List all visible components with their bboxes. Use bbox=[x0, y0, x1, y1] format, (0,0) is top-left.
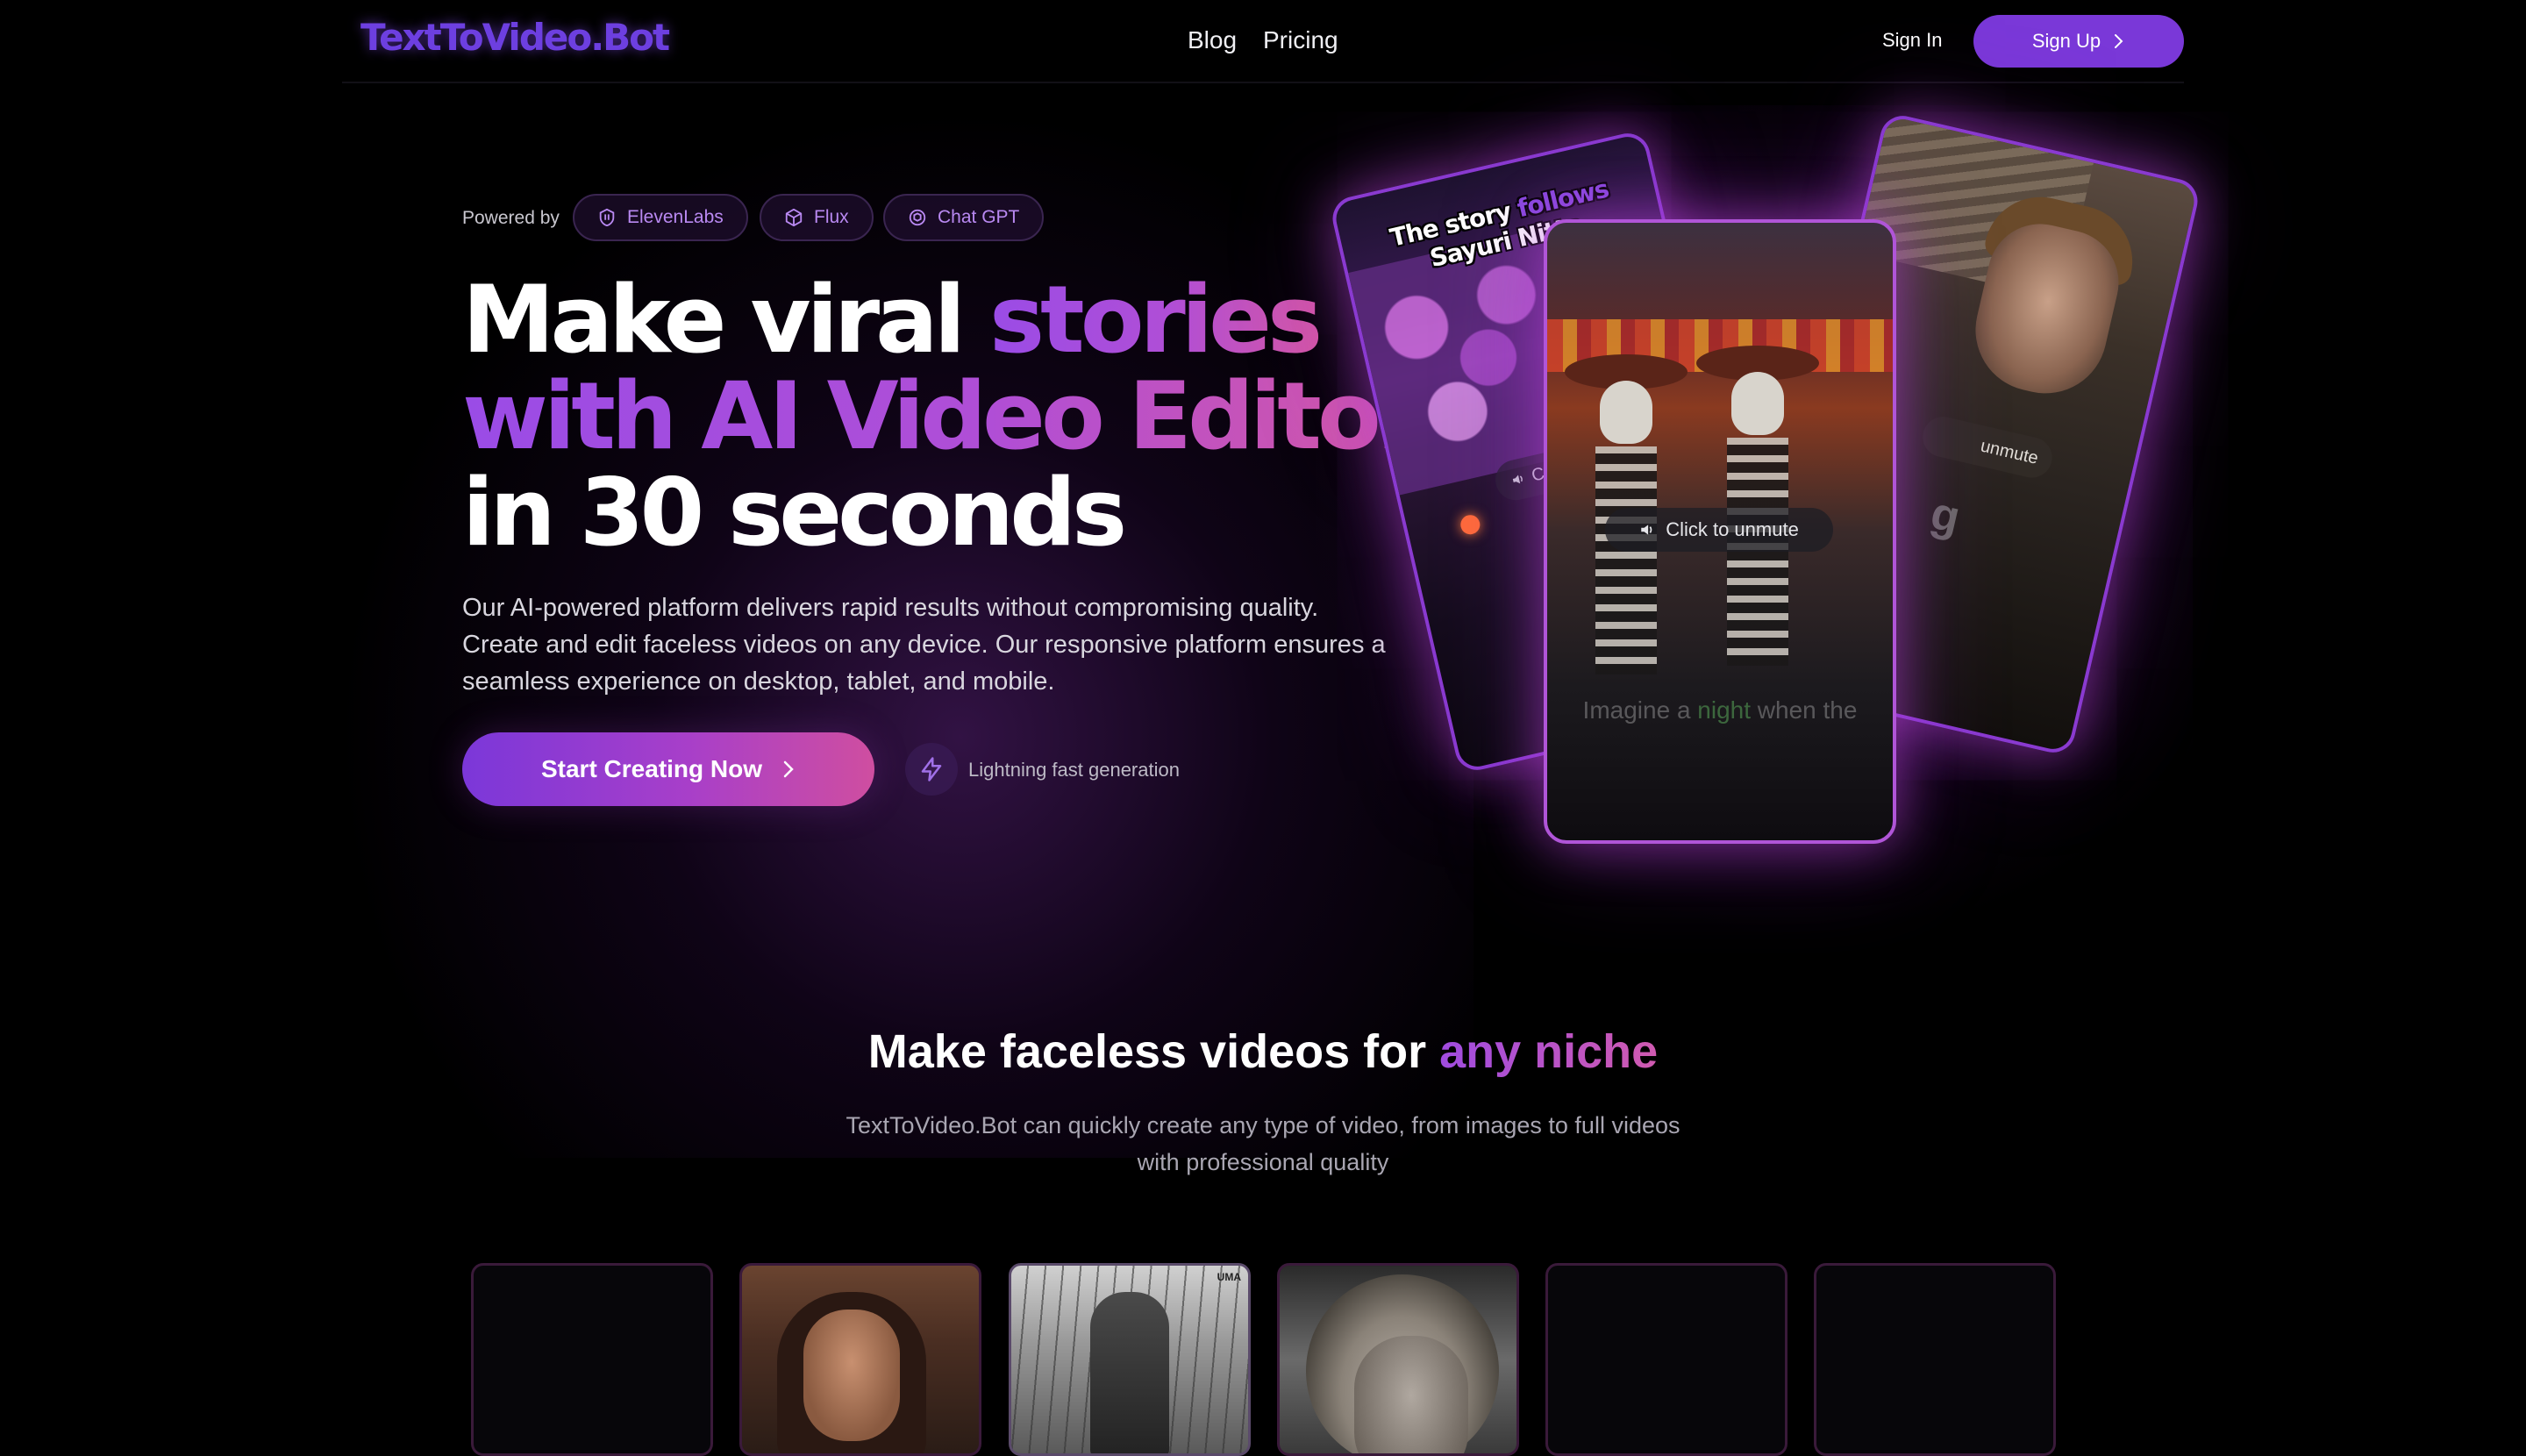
niche-video-card[interactable] bbox=[1545, 1263, 1787, 1456]
partner-pill-chatgpt[interactable]: Chat GPT bbox=[883, 194, 1045, 241]
header-divider bbox=[342, 82, 2184, 83]
woman-face bbox=[803, 1310, 900, 1441]
unmute-button[interactable]: unmute bbox=[1918, 412, 2057, 482]
partner-pill-flux[interactable]: Flux bbox=[760, 194, 874, 241]
unmute-label: unmute bbox=[1979, 435, 2041, 468]
skull bbox=[1731, 372, 1784, 435]
cta-label: Start Creating Now bbox=[540, 755, 763, 782]
partner-label: Flux bbox=[814, 207, 849, 227]
speaker-icon bbox=[1641, 525, 1652, 535]
phone-preview-center[interactable]: Click to unmute Imagine a night when the bbox=[1544, 219, 1896, 844]
hero-description: Our AI-powered platform delivers rapid r… bbox=[462, 594, 1386, 696]
niche-video-card[interactable] bbox=[1277, 1263, 1519, 1456]
openai-icon bbox=[909, 209, 926, 226]
caption-text: when the bbox=[1751, 696, 1858, 724]
start-creating-button[interactable]: Start Creating Now bbox=[462, 732, 874, 806]
niche-video-card[interactable] bbox=[1814, 1263, 2056, 1456]
headline-part-white: Make viral bbox=[462, 266, 989, 374]
caption-highlight: night bbox=[1697, 696, 1752, 724]
lightning-fast-label: Lightning fast generation bbox=[968, 759, 1180, 781]
headline-part-gradient: with AI Video Editor bbox=[462, 362, 1423, 470]
warrior-figure bbox=[1090, 1292, 1169, 1453]
lightning-badge bbox=[905, 743, 958, 796]
logo[interactable]: TextToVideo.Bot bbox=[360, 16, 670, 59]
unmute-button[interactable]: Click to unmute bbox=[1605, 508, 1833, 552]
chevron-right-icon bbox=[783, 760, 794, 778]
portrait-face bbox=[1354, 1336, 1468, 1453]
hero-headline: Make viral stories with AI Video Editor … bbox=[462, 272, 1427, 561]
site-header: TextToVideo.Bot Blog Pricing Sign In Sig… bbox=[0, 0, 2526, 82]
niche-video-card[interactable]: UMA bbox=[1009, 1263, 1251, 1456]
lantern bbox=[1459, 513, 1482, 537]
sign-up-button[interactable]: Sign Up bbox=[1973, 15, 2184, 68]
title-part-gradient: any niche bbox=[1439, 1025, 1659, 1078]
skull bbox=[1600, 381, 1652, 444]
powered-by-label: Powered by bbox=[462, 208, 560, 228]
skeleton-body bbox=[1595, 446, 1657, 674]
video-caption: Imagine a night when the bbox=[1547, 696, 1893, 724]
partner-label: ElevenLabs bbox=[627, 207, 724, 227]
title-part-white: Make faceless videos for bbox=[867, 1025, 1440, 1078]
partner-pill-elevenlabs[interactable]: ElevenLabs bbox=[573, 194, 748, 241]
speaker-icon bbox=[1512, 475, 1523, 484]
niche-video-card[interactable] bbox=[471, 1263, 713, 1456]
nav-blog-link[interactable]: Blog bbox=[1188, 26, 1237, 54]
headline-part-white: in 30 seconds bbox=[462, 459, 1127, 567]
partner-label: Chat GPT bbox=[938, 207, 1020, 227]
niche-section-subtitle: TextToVideo.Bot can quickly create any t… bbox=[846, 1112, 1680, 1175]
sign-in-link[interactable]: Sign In bbox=[1882, 29, 1943, 52]
chevron-right-icon bbox=[2115, 34, 2123, 48]
niche-section-title: Make faceless videos for any niche bbox=[0, 1024, 2526, 1079]
skeleton-body bbox=[1727, 438, 1788, 666]
headline-part-gradient: stories bbox=[988, 266, 1323, 374]
elevenlabs-icon bbox=[599, 208, 615, 227]
niche-video-card[interactable] bbox=[739, 1263, 981, 1456]
lightning-icon bbox=[921, 757, 942, 782]
cube-icon bbox=[785, 208, 803, 227]
caption-text: Imagine a bbox=[1582, 696, 1698, 724]
partial-caption: g bbox=[1926, 488, 1965, 544]
nav-pricing-link[interactable]: Pricing bbox=[1263, 26, 1338, 54]
unmute-label: Click to unmute bbox=[1666, 518, 1799, 540]
card-tag: UMA bbox=[1217, 1271, 1241, 1283]
sign-up-label: Sign Up bbox=[2031, 30, 2101, 52]
